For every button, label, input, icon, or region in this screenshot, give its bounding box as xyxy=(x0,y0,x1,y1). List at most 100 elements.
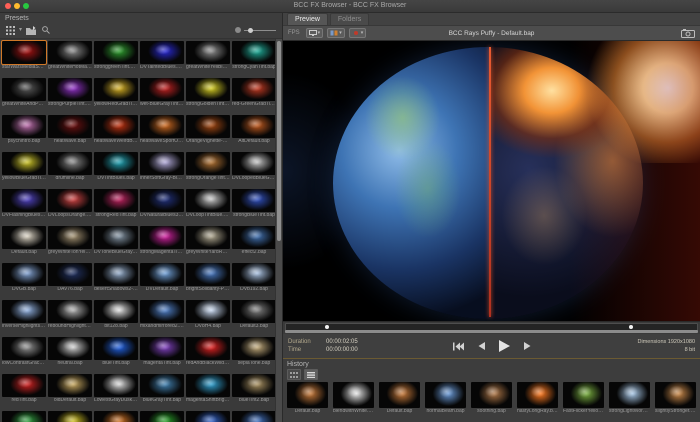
preset-item[interactable]: DVToneBlueGray.bap xyxy=(94,226,138,255)
thumbnail-zoom-slider[interactable] xyxy=(244,26,278,34)
range-end-marker[interactable] xyxy=(629,325,633,329)
tab-preview[interactable]: Preview xyxy=(287,13,328,25)
preset-item[interactable]: oldDefault.bap xyxy=(48,374,92,403)
preset-item[interactable]: DVb192.bap xyxy=(232,263,276,292)
play-button[interactable] xyxy=(499,340,510,352)
preset-item[interactable]: greyWhiteTonYelCast.b... xyxy=(48,226,92,255)
preset-item[interactable]: DV8H4.bap xyxy=(186,300,230,329)
preset-item[interactable]: desertShadows2-PC.bap xyxy=(94,263,138,292)
history-list-view-icon[interactable] xyxy=(304,369,318,380)
preset-item[interactable]: mixandmirrored2.bap xyxy=(140,300,184,329)
preset-item[interactable]: effect2.bap xyxy=(232,226,276,255)
preset-item[interactable]: greatWhiteYellBlueCast... xyxy=(186,41,230,70)
history-item[interactable]: Default.bap xyxy=(379,382,420,414)
preset-item[interactable]: orangeTint.bap xyxy=(94,411,138,422)
preset-item[interactable]: strongCyanTint.bap xyxy=(232,41,276,70)
preset-item[interactable]: bit128.bap xyxy=(94,300,138,329)
preset-item[interactable]: stronggreenTint.bap xyxy=(94,41,138,70)
split-screen-toggle[interactable]: ▾ xyxy=(327,28,345,38)
preset-item[interactable]: DVLoopsOrange.bap xyxy=(48,189,92,218)
preset-item[interactable]: DAV76.bap xyxy=(48,263,92,292)
search-input[interactable] xyxy=(55,26,232,35)
preset-item[interactable]: DVLoopTintBlue.bap xyxy=(186,189,230,218)
preset-item[interactable]: inverseHighlights-PC... xyxy=(2,300,46,329)
import-folder-icon[interactable] xyxy=(25,25,37,35)
timeline-scrubber[interactable] xyxy=(283,321,700,334)
history-item[interactable]: FastFlickerYellowDust... xyxy=(563,382,604,414)
preset-item[interactable]: strongPurpleTint.bap xyxy=(48,78,92,107)
preset-item[interactable]: DVFlashingBlues.bap xyxy=(2,189,46,218)
history-item[interactable]: soothing.bap xyxy=(471,382,512,414)
preset-item[interactable]: greatWhiteHotMagCon... xyxy=(48,41,92,70)
minimize-button[interactable] xyxy=(14,3,20,9)
step-back-button[interactable] xyxy=(478,342,485,350)
history-item[interactable]: nastyLongRay.bap xyxy=(517,382,558,414)
preset-item[interactable]: magentaShiftBright.bap xyxy=(186,374,230,403)
view-dropdown-icon[interactable]: ▾ xyxy=(19,25,22,35)
preset-item[interactable]: starWarsMediaSeries.b... xyxy=(2,41,46,70)
history-grid-view-icon[interactable] xyxy=(287,369,301,380)
preset-item[interactable]: strongOrangeTint.bap xyxy=(186,152,230,181)
preset-item[interactable]: LowestGrayDusk2.bap xyxy=(94,374,138,403)
preset-item[interactable]: red-GreenGradTint.bap xyxy=(232,78,276,107)
slider-thumb[interactable] xyxy=(248,28,253,33)
step-forward-button[interactable] xyxy=(524,342,531,350)
preview-canvas[interactable] xyxy=(283,41,700,321)
playhead-marker[interactable] xyxy=(325,325,329,329)
preset-item[interactable]: blueGrayTint.bap xyxy=(140,374,184,403)
loop-toggle[interactable]: ▾ xyxy=(349,28,367,38)
close-button[interactable] xyxy=(5,3,11,9)
preset-item[interactable]: yellowBlueGradTint.bap xyxy=(2,152,46,181)
history-item[interactable]: blendwithWhite.bap xyxy=(333,382,374,414)
preset-item[interactable]: yellowTint.bap xyxy=(48,411,92,422)
preset-item[interactable]: greenTint.bap xyxy=(2,411,46,422)
presets-scrollbar[interactable] xyxy=(275,39,282,422)
preset-item[interactable]: DVDefault.bap xyxy=(140,263,184,292)
tab-folders[interactable]: Folders xyxy=(330,13,369,25)
preset-item[interactable]: strongBlueTint.bap xyxy=(232,189,276,218)
preset-item[interactable]: DVLoopedBlueGray.bap xyxy=(232,152,276,181)
preset-item[interactable]: brightSolidarity-PC.bap xyxy=(186,263,230,292)
preset-item[interactable]: heatWaveSportOrig.bap xyxy=(140,115,184,144)
preset-item[interactable]: greyWhiteYardRedCast... xyxy=(186,226,230,255)
preset-item[interactable]: OrangeVignette-PC.bap xyxy=(186,115,230,144)
preset-item[interactable]: reboundHighlights-PC.bap xyxy=(48,300,92,329)
preset-item[interactable]: DVTaintedBlues.bap xyxy=(140,41,184,70)
preset-item[interactable]: blueTint2.bap xyxy=(232,374,276,403)
preset-item[interactable]: greatWhiteAndPurCast... xyxy=(2,78,46,107)
preset-item[interactable]: drumline.bap xyxy=(48,152,92,181)
timeline-scrollbar[interactable] xyxy=(285,330,698,333)
preset-item[interactable]: strongMagentaTint.bap xyxy=(140,226,184,255)
split-screen-divider[interactable] xyxy=(489,47,491,317)
preset-item[interactable]: wet-BlueGrayTint.bap xyxy=(140,78,184,107)
preset-item[interactable]: heatWaveWeirdBright... xyxy=(94,115,138,144)
preset-item[interactable]: strongGoldenTint.bap xyxy=(186,78,230,107)
preset-item[interactable]: greenTint2.bap xyxy=(140,411,184,422)
preset-item[interactable]: blueTint3.bap xyxy=(186,411,230,422)
history-item[interactable]: Default.bap xyxy=(287,382,328,414)
scrollbar-thumb[interactable] xyxy=(277,41,281,241)
preset-item[interactable]: blueTint.bap xyxy=(94,337,138,366)
preset-item[interactable]: DVGB.bap xyxy=(2,263,46,292)
history-item[interactable]: strongLightWorMix.bap xyxy=(609,382,650,414)
preset-item[interactable]: sepiaTone.bap xyxy=(232,337,276,366)
grid-view-icon[interactable] xyxy=(4,25,16,35)
preset-item[interactable]: magentaTint.bap xyxy=(140,337,184,366)
preset-item[interactable]: AltDefault.bap xyxy=(232,115,276,144)
preset-item[interactable]: redTint.bap xyxy=(2,374,46,403)
thumb-size-knob[interactable] xyxy=(235,27,241,33)
snapshot-camera-icon[interactable] xyxy=(681,29,695,38)
preset-item[interactable]: DVTintBlues.bap xyxy=(94,152,138,181)
history-item[interactable]: normalBeam.bap xyxy=(425,382,466,414)
preset-item[interactable]: Default3.bap xyxy=(232,300,276,329)
preset-item[interactable]: yellowRedGradTint.bap xyxy=(94,78,138,107)
history-item[interactable]: slightlyStronger.bap xyxy=(655,382,696,414)
preset-item[interactable]: DVNaturalBlues3.bap xyxy=(140,189,184,218)
preset-item[interactable]: coolBlue.bap xyxy=(232,411,276,422)
preset-item[interactable]: innerSoftGray-Blue.bap xyxy=(140,152,184,181)
preset-item[interactable]: strongRedTint.bap xyxy=(94,189,138,218)
preset-item[interactable]: Default.bap xyxy=(2,226,46,255)
skip-to-start-button[interactable] xyxy=(453,342,464,351)
fullscreen-button[interactable] xyxy=(23,3,29,9)
preset-item[interactable]: lowContrastGrace.bap xyxy=(2,337,46,366)
